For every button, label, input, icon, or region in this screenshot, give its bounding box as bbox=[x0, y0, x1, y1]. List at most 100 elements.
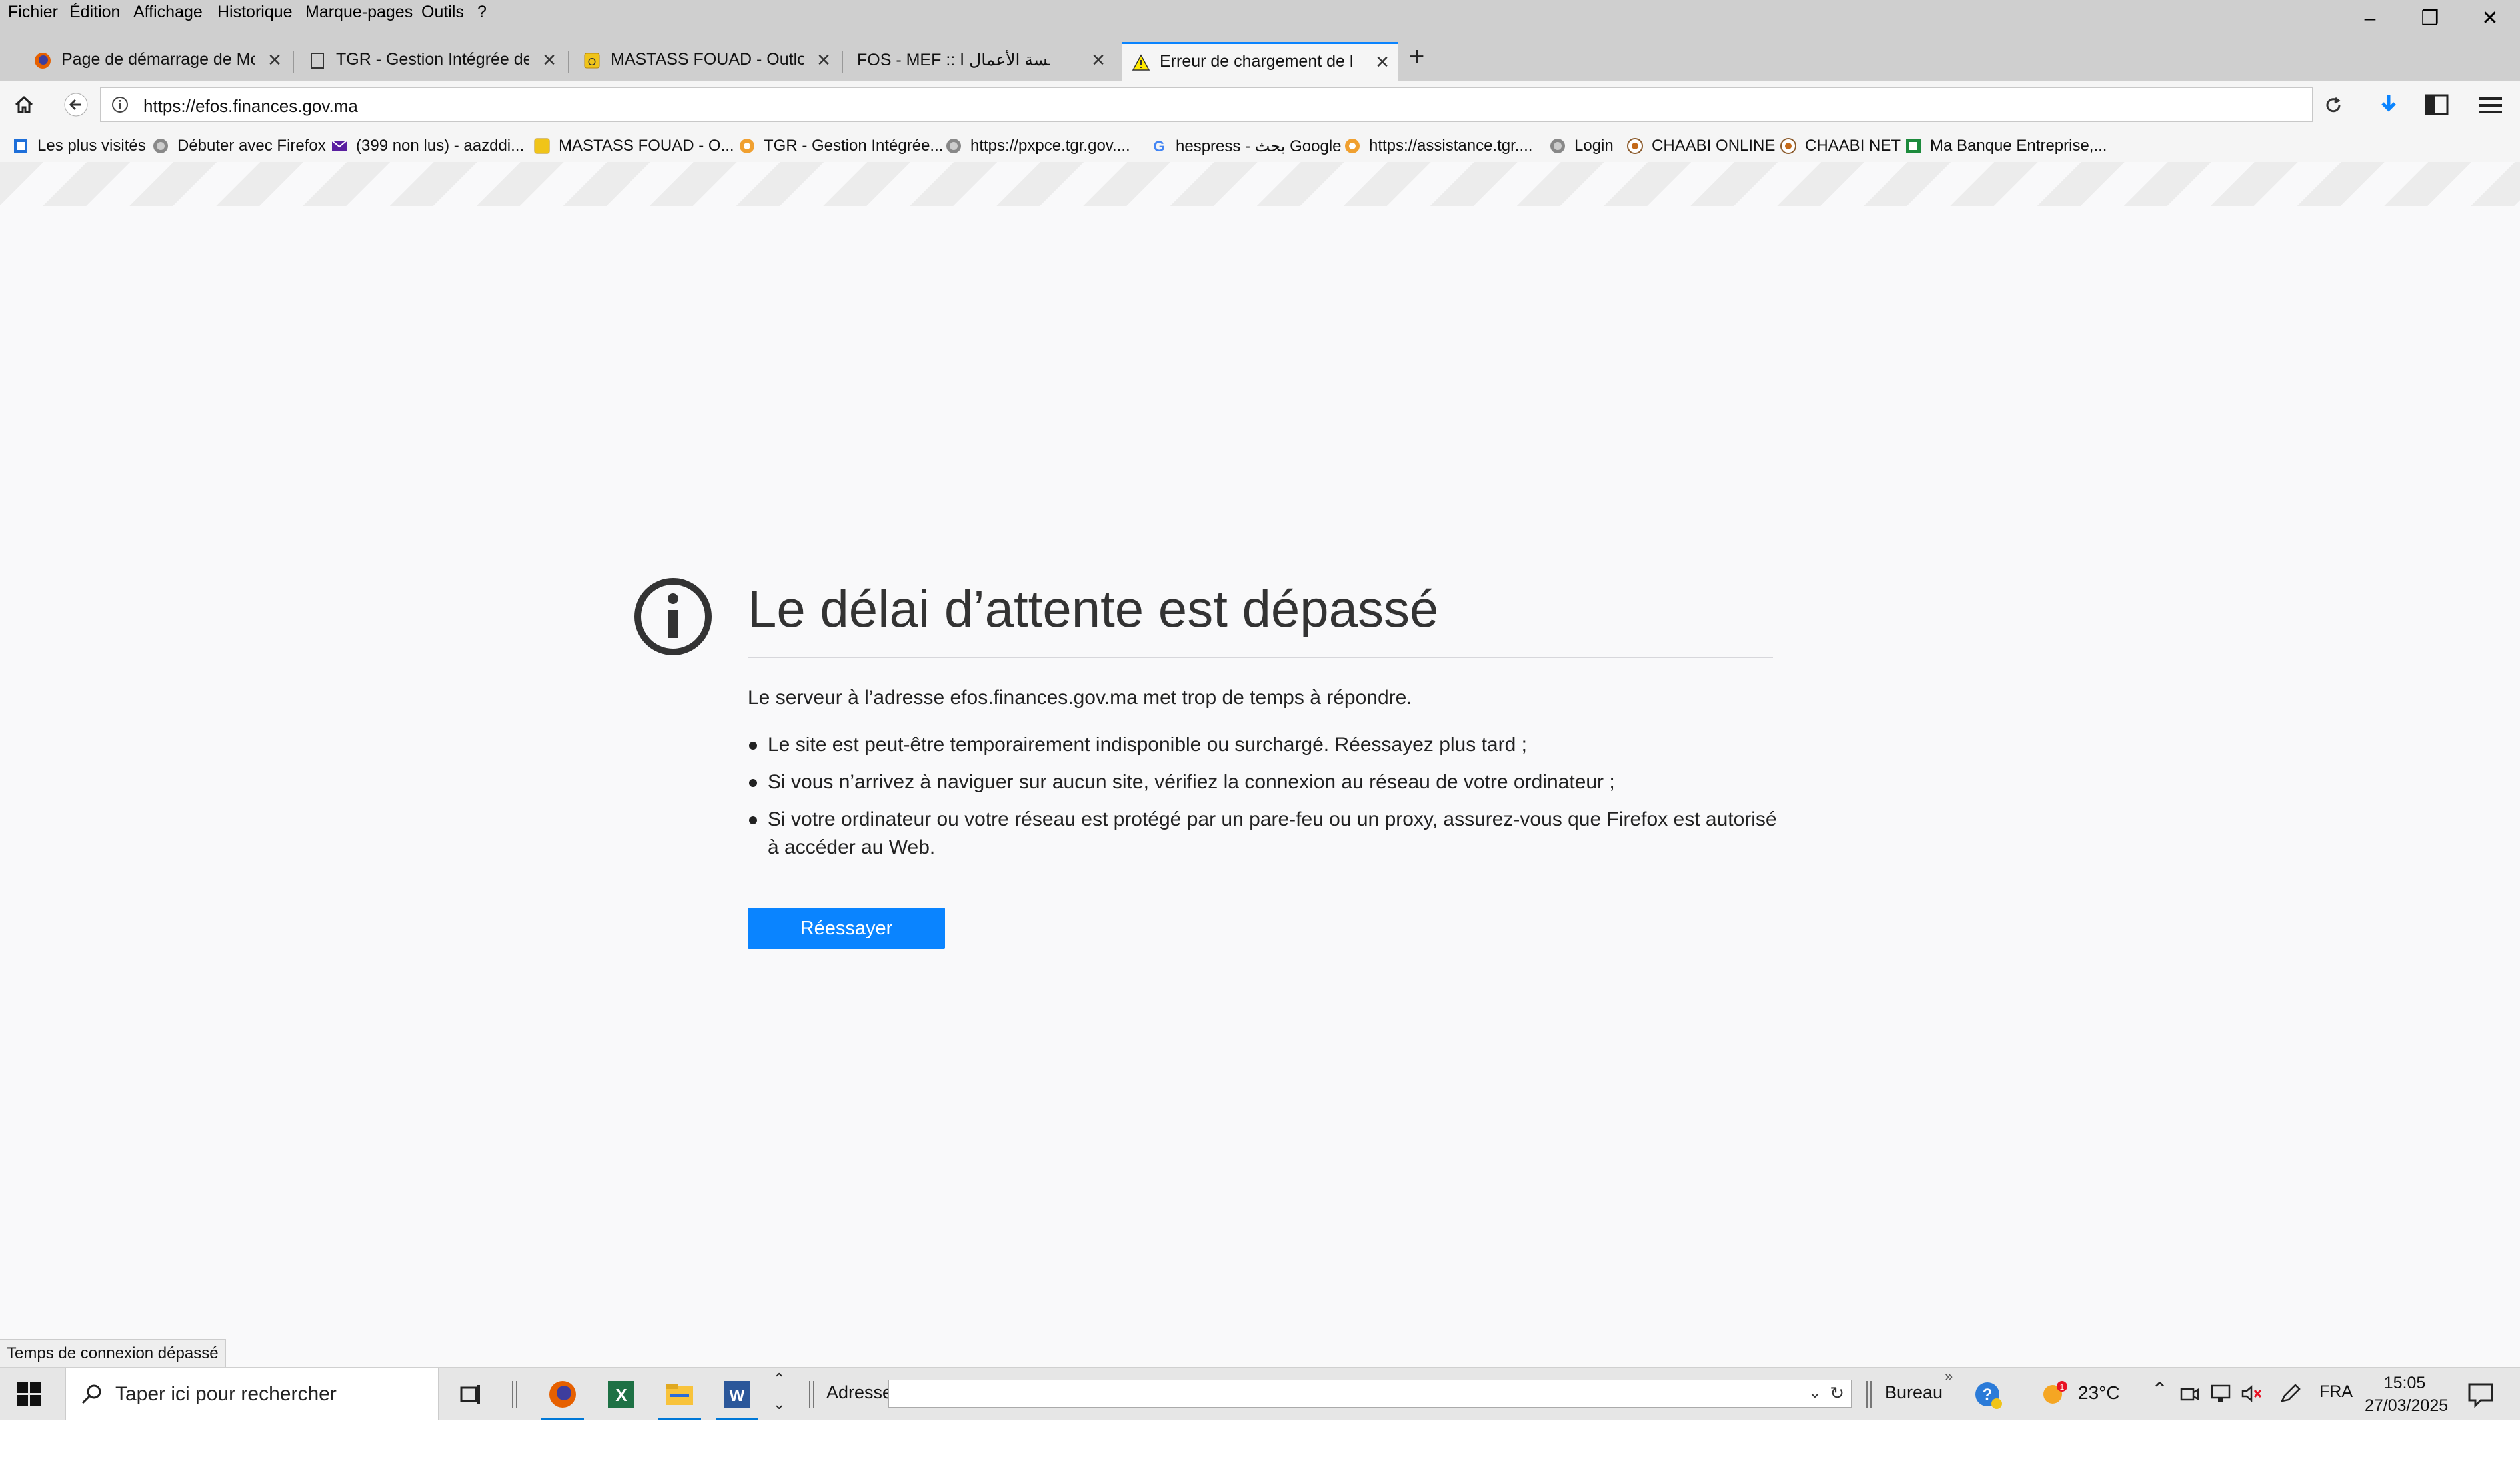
temperature[interactable]: 23°C bbox=[2078, 1382, 2120, 1404]
bookmark-item[interactable]: Login bbox=[1549, 134, 1614, 158]
close-icon[interactable]: × bbox=[1092, 47, 1105, 73]
dropdown-icon[interactable]: ⌄ bbox=[1808, 1383, 1822, 1402]
globe-icon bbox=[153, 139, 168, 153]
tab-fos-mef[interactable]: FOS - MEF :: مؤسسة الأعمال ا... × bbox=[848, 42, 1114, 81]
menu-icon[interactable] bbox=[2479, 95, 2502, 115]
expand-icon[interactable]: » bbox=[1945, 1368, 1953, 1385]
bookmark-item[interactable]: Ghespress - بحث Google bbox=[1150, 134, 1342, 158]
weather-icon[interactable]: 1 bbox=[2039, 1380, 2071, 1409]
chevron-down-icon[interactable]: ⌄ bbox=[773, 1396, 785, 1413]
tab-tgr[interactable]: TGR - Gestion Intégrée de ... × bbox=[299, 42, 565, 81]
address-label: Adresse bbox=[826, 1382, 893, 1402]
excel-icon: X bbox=[608, 1381, 634, 1408]
menu-affichage[interactable]: Affichage bbox=[133, 3, 203, 22]
firefox-icon bbox=[35, 53, 51, 69]
network-icon[interactable] bbox=[2210, 1384, 2233, 1404]
taskbar: Taper ici pour rechercher X W ⌃ ⌄ Adress… bbox=[0, 1367, 2520, 1421]
taskbar-file-explorer[interactable] bbox=[653, 1368, 706, 1421]
notifications-icon[interactable] bbox=[2467, 1382, 2494, 1408]
date: 27/03/2025 bbox=[2365, 1396, 2449, 1415]
tab-error-active[interactable]: Erreur de chargement de l... × bbox=[1122, 42, 1398, 81]
search-icon bbox=[81, 1384, 101, 1404]
bookmark-item[interactable]: https://assistance.tgr.... bbox=[1344, 134, 1532, 158]
back-icon[interactable] bbox=[64, 93, 88, 117]
menu-edition[interactable]: Édition bbox=[69, 3, 120, 22]
menu-fichier[interactable]: Fichier bbox=[8, 3, 58, 22]
tab-outlook[interactable]: O MASTASS FOUAD - Outlo... × bbox=[573, 42, 840, 81]
taskbar-excel[interactable]: X bbox=[595, 1368, 648, 1421]
windows-start-icon[interactable] bbox=[17, 1382, 41, 1406]
sidebar-icon[interactable] bbox=[2425, 94, 2449, 117]
taskbar-word[interactable]: W bbox=[710, 1368, 764, 1421]
retry-button[interactable]: Réessayer bbox=[748, 908, 945, 949]
task-view-icon[interactable] bbox=[459, 1382, 483, 1406]
svg-text:O: O bbox=[588, 57, 596, 68]
bookmark-label: CHAABI ONLINE bbox=[1652, 137, 1776, 155]
bookmark-item[interactable]: TGR - Gestion Intégrée... bbox=[738, 134, 943, 158]
close-icon[interactable]: × bbox=[817, 47, 830, 73]
divider bbox=[748, 657, 1773, 658]
taskbar-address-input[interactable]: ⌄ ↻ bbox=[888, 1380, 1852, 1408]
time: 15:05 bbox=[2383, 1374, 2426, 1392]
bookmark-item[interactable]: MASTASS FOUAD - O... bbox=[533, 134, 734, 158]
volume-muted-icon[interactable] bbox=[2241, 1384, 2263, 1404]
refresh-icon[interactable]: ↻ bbox=[1830, 1383, 1844, 1404]
desktop-toolbar-label[interactable]: Bureau bbox=[1885, 1382, 1943, 1403]
menu-historique[interactable]: Historique bbox=[217, 3, 293, 22]
menu-marque-pages[interactable]: Marque-pages bbox=[305, 3, 413, 22]
info-icon[interactable] bbox=[111, 96, 129, 113]
clock[interactable]: 15:05 27/03/2025 bbox=[2365, 1372, 2449, 1417]
url-bar[interactable]: https://efos.finances.gov.ma bbox=[100, 87, 2313, 122]
meet-icon[interactable] bbox=[2179, 1384, 2199, 1404]
url-text[interactable]: https://efos.finances.gov.ma bbox=[143, 96, 358, 117]
page-icon bbox=[311, 53, 324, 69]
error-list-item: Le site est peut-être temporairement ind… bbox=[749, 731, 1781, 759]
bookmark-item[interactable]: CHAABI ONLINE bbox=[1626, 134, 1775, 158]
tgr-icon bbox=[1345, 139, 1360, 153]
tab-firefox-start[interactable]: Page de démarrage de Mo... × bbox=[24, 42, 291, 81]
bottom-blank bbox=[0, 1420, 2520, 1475]
menu-outils[interactable]: Outils bbox=[421, 3, 464, 22]
new-tab-icon[interactable]: + bbox=[1409, 42, 1424, 72]
reload-icon[interactable] bbox=[2323, 95, 2343, 115]
chevron-up-icon[interactable]: ⌃ bbox=[773, 1370, 785, 1388]
chevron-up-icon[interactable]: ⌃ bbox=[2151, 1378, 2168, 1402]
close-icon[interactable]: × bbox=[1376, 49, 1389, 75]
close-icon[interactable]: × bbox=[543, 47, 556, 73]
help-icon[interactable]: ? bbox=[1974, 1381, 2003, 1410]
menu-help[interactable]: ? bbox=[477, 3, 487, 22]
nav-bar: https://efos.finances.gov.ma bbox=[0, 81, 2520, 131]
info-icon bbox=[634, 578, 712, 655]
globe-icon bbox=[1550, 139, 1565, 153]
tgr-icon bbox=[740, 139, 754, 153]
bookmark-label: hespress - بحث Google bbox=[1176, 137, 1342, 155]
error-title: Le délai d’attente est dépassé bbox=[748, 579, 1439, 638]
taskbar-search[interactable]: Taper ici pour rechercher bbox=[65, 1368, 439, 1421]
bookmark-label: Les plus visités bbox=[37, 137, 146, 155]
bookmark-item[interactable]: https://pxpce.tgr.gov.... bbox=[945, 134, 1130, 158]
error-list-item: Si vous n’arrivez à naviguer sur aucun s… bbox=[749, 768, 1781, 796]
word-icon: W bbox=[724, 1381, 750, 1408]
globe-icon bbox=[946, 139, 961, 153]
tab-title: Erreur de chargement de l... bbox=[1160, 52, 1353, 71]
google-icon: G bbox=[1153, 138, 1164, 155]
bookmark-item[interactable]: Les plus visités bbox=[12, 134, 146, 158]
tab-strip: Page de démarrage de Mo... × TGR - Gesti… bbox=[0, 30, 2520, 81]
bookmark-item[interactable]: Débuter avec Firefox bbox=[152, 134, 326, 158]
error-stripe bbox=[0, 162, 2520, 206]
home-icon[interactable] bbox=[13, 94, 35, 115]
taskbar-firefox[interactable] bbox=[536, 1368, 589, 1421]
bookmark-item[interactable]: (399 non lus) - aazddi... bbox=[331, 134, 524, 158]
pen-icon[interactable] bbox=[2279, 1384, 2302, 1404]
tab-title: FOS - MEF :: مؤسسة الأعمال ا... bbox=[857, 51, 1050, 69]
bookmark-label: https://assistance.tgr.... bbox=[1369, 137, 1533, 155]
download-icon[interactable] bbox=[2377, 93, 2401, 117]
close-icon[interactable]: × bbox=[268, 47, 281, 73]
search-placeholder: Taper ici pour rechercher bbox=[115, 1383, 337, 1405]
language-indicator[interactable]: FRA bbox=[2319, 1382, 2353, 1402]
toolbar-grip bbox=[1866, 1381, 1872, 1408]
bookmark-item[interactable]: Ma Banque Entreprise,... bbox=[1905, 134, 2107, 158]
bookmark-label: TGR - Gestion Intégrée... bbox=[764, 137, 944, 155]
bookmark-label: CHAABI NET bbox=[1805, 137, 1901, 155]
bookmark-item[interactable]: CHAABI NET bbox=[1780, 134, 1901, 158]
